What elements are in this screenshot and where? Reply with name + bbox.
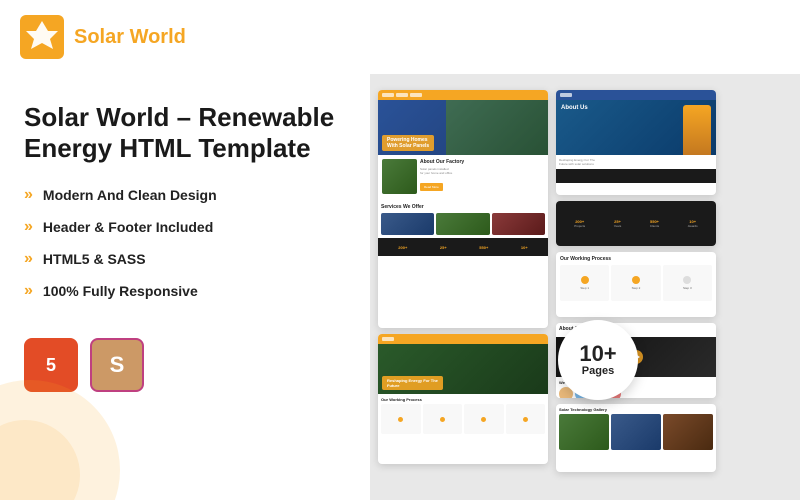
about-hero: About Us	[556, 100, 716, 155]
proc-label-3: Step 3	[683, 286, 692, 290]
gallery-title: Solar Technology Gallery	[559, 407, 713, 412]
reshaping-hero: Reshaping Energy For TheFuture	[378, 344, 548, 394]
mock-nav-about	[556, 90, 716, 100]
about-text: About Our Factory Solar panels installed…	[420, 159, 544, 194]
nav-dot	[382, 337, 394, 341]
stat-4-label: Awards	[688, 224, 698, 228]
proc-item-2: Step 2	[611, 265, 660, 301]
about-desc: Solar panels installedfor your home and …	[420, 167, 544, 175]
logo-text: Solar World	[74, 26, 186, 49]
hero-text: Powering HomesWith Solar Panels	[382, 135, 434, 151]
app-header: Solar World	[0, 0, 800, 74]
arrow-icon-2: »	[24, 218, 33, 236]
gallery-img-1	[559, 414, 609, 450]
mock-hero: Powering HomesWith Solar Panels	[378, 100, 548, 155]
services-cards	[381, 213, 545, 235]
feature-item-1: » Modern And Clean Design	[24, 186, 346, 204]
stat-1: 200+ Projects	[574, 219, 585, 228]
work-dot-3	[481, 417, 486, 422]
proc-label-1: Step 1	[580, 286, 589, 290]
stat-2-label: Years	[614, 224, 622, 228]
services-title: Services We Offer	[381, 204, 545, 210]
hero-img	[446, 100, 548, 155]
screenshot-col-left: Powering HomesWith Solar Panels About Ou…	[378, 90, 548, 484]
stat-3: 550+ Clients	[650, 219, 659, 228]
service-card-2	[436, 213, 489, 235]
pages-badge: 10+ Pages	[558, 320, 638, 400]
about-img	[382, 159, 417, 194]
working-row: Step 1 Step 2 Step 3	[560, 265, 712, 301]
proc-dot-2	[632, 276, 640, 284]
mock-page-about: About Us Reshaping Energy For TheFuture …	[556, 90, 716, 195]
mock-stats: 200+ 25+ 550+ 10+	[378, 238, 548, 256]
arrow-icon-3: »	[24, 250, 33, 268]
work-item-2	[423, 404, 463, 434]
mock-about: About Our Factory Solar panels installed…	[378, 155, 548, 201]
about-desc-text: Reshaping Energy For TheFuture with sola…	[559, 158, 713, 166]
work-item-4	[506, 404, 546, 434]
main-content: Solar World – Renewable Energy HTML Temp…	[0, 74, 800, 500]
proc-dot-3	[683, 276, 691, 284]
about-btn: Read More	[420, 183, 443, 191]
mock-page-reshaping: Reshaping Energy For TheFuture Our Worki…	[378, 334, 548, 464]
worker-figure	[683, 105, 711, 155]
arrow-icon-1: »	[24, 186, 33, 204]
stat-3-label: Clients	[650, 224, 659, 228]
nav-dot	[410, 93, 422, 97]
working-title: Our Working Process	[381, 397, 545, 402]
about-title: About Our Factory	[420, 159, 544, 165]
proc-item-3: Step 3	[663, 265, 712, 301]
arrow-icon-4: »	[24, 282, 33, 300]
mock-nav-2	[378, 334, 548, 344]
tech-badges: 5 S	[24, 338, 346, 392]
proc-item-1: Step 1	[560, 265, 609, 301]
stat-4: 10+ Awards	[688, 219, 698, 228]
gallery-img-2	[611, 414, 661, 450]
nav-dot	[396, 93, 408, 97]
mock-footer	[556, 169, 716, 183]
services-section: Services We Offer	[378, 201, 548, 238]
about-content: Reshaping Energy For TheFuture with sola…	[556, 155, 716, 169]
stat-1-label: Projects	[574, 224, 585, 228]
mock-page-stats: 200+ Projects 25+ Years 550+ Clients 10+…	[556, 201, 716, 246]
solar-logo-icon	[20, 15, 64, 59]
about-row: About Our Factory Solar panels installed…	[382, 159, 544, 194]
feature-item-2: » Header & Footer Included	[24, 218, 346, 236]
work-dot-1	[398, 417, 403, 422]
left-panel: Solar World – Renewable Energy HTML Temp…	[0, 74, 370, 500]
service-card-3	[492, 213, 545, 235]
reshaping-text: Reshaping Energy For TheFuture	[382, 376, 443, 390]
mock-stats-bar: 200+ Projects 25+ Years 550+ Clients 10+…	[556, 201, 716, 246]
screenshot-col-right: About Us Reshaping Energy For TheFuture …	[556, 90, 716, 484]
feature-item-3: » HTML5 & SASS	[24, 250, 346, 268]
sass-badge: S	[90, 338, 144, 392]
nav-dot	[560, 93, 572, 97]
working-content: Our Working Process Step 1 Step 2 Ste	[556, 252, 716, 305]
mock-page-working: Our Working Process Step 1 Step 2 Ste	[556, 252, 716, 317]
working-section: Our Working Process	[378, 394, 548, 437]
mock-page-main: Powering HomesWith Solar Panels About Ou…	[378, 90, 548, 328]
working-items	[381, 404, 545, 434]
work-dot-4	[523, 417, 528, 422]
working-section-title: Our Working Process	[560, 256, 712, 262]
logo: Solar World	[20, 15, 186, 59]
mock-nav	[378, 90, 548, 100]
features-list: » Modern And Clean Design » Header & Foo…	[24, 186, 346, 314]
work-item-3	[464, 404, 504, 434]
work-dot-2	[440, 417, 445, 422]
service-card-1	[381, 213, 434, 235]
gallery-img-3	[663, 414, 713, 450]
product-title: Solar World – Renewable Energy HTML Temp…	[24, 102, 346, 164]
stat-2: 25+ Years	[614, 219, 622, 228]
mock-page-gallery: Solar Technology Gallery	[556, 404, 716, 472]
nav-dot	[382, 93, 394, 97]
right-panel: 10+ Pages Powering HomesWith Solar Panel…	[370, 74, 800, 500]
gallery-content: Solar Technology Gallery	[556, 404, 716, 453]
work-item-1	[381, 404, 421, 434]
about-label: About Us	[561, 105, 588, 111]
proc-dot-1	[581, 276, 589, 284]
gallery-row	[559, 414, 713, 450]
feature-item-4: » 100% Fully Responsive	[24, 282, 346, 300]
proc-label-2: Step 2	[632, 286, 641, 290]
